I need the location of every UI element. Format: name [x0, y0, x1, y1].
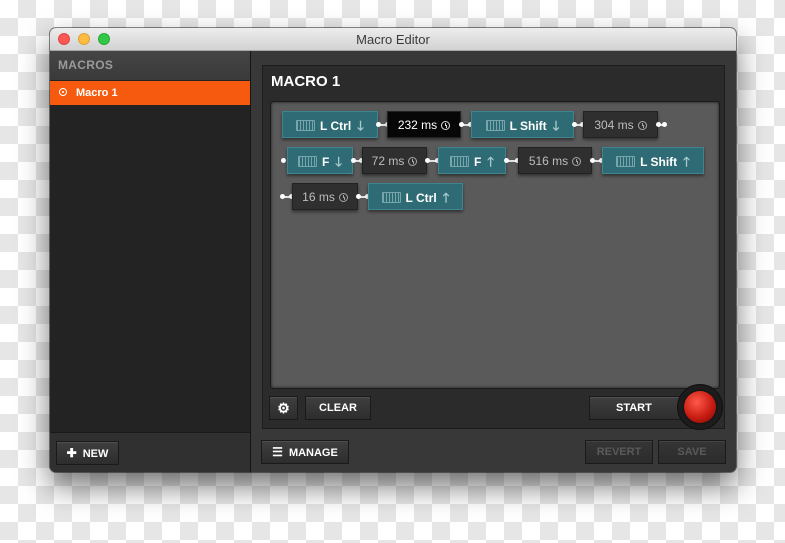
step-label: L Ctrl — [405, 191, 437, 205]
macro-step-delay[interactable]: 516 ms — [518, 147, 592, 174]
arrow-down-icon: 🡓 — [335, 154, 343, 169]
clock-icon — [572, 157, 582, 166]
arrow-up-icon: 🡑 — [487, 154, 495, 169]
step-connector — [504, 158, 520, 163]
manage-button[interactable]: ☰ MANAGE — [261, 440, 349, 464]
keyboard-icon — [381, 192, 401, 203]
macro-sidebar: MACROS Macro 1 ✚ NEW — [50, 51, 251, 472]
macro-step-key[interactable]: F 🡓 — [287, 147, 353, 174]
macro-editor-window: Macro Editor MACROS Macro 1 ✚ NEW MACRO 1… — [50, 28, 736, 472]
clear-button[interactable]: CLEAR — [305, 396, 371, 420]
step-label: L Shift — [509, 119, 547, 133]
clock-icon — [338, 193, 348, 202]
main-panel: MACRO 1 L Ctrl 🡓 232 ms L Shift 🡓 304 ms — [251, 51, 736, 472]
list-icon: ☰ — [272, 445, 283, 459]
record-button[interactable] — [684, 391, 716, 423]
arrow-down-icon: 🡓 — [552, 118, 560, 133]
arrow-up-icon: 🡑 — [683, 154, 690, 169]
macro-step-key[interactable]: L Shift 🡑 — [602, 147, 704, 174]
keyboard-icon — [485, 120, 505, 131]
clock-icon — [408, 157, 418, 166]
step-label: 232 ms — [397, 118, 438, 132]
revert-button[interactable]: REVERT — [585, 440, 653, 464]
plus-icon: ✚ — [66, 446, 77, 460]
step-label: 304 ms — [594, 118, 634, 132]
step-label: 16 ms — [302, 190, 335, 204]
step-label: L Shift — [640, 155, 678, 169]
step-label: 516 ms — [528, 154, 569, 168]
new-macro-button[interactable]: ✚ NEW — [56, 441, 119, 465]
macro-step-delay[interactable]: 72 ms — [362, 147, 427, 174]
settings-button[interactable]: ⚙ — [269, 396, 298, 420]
step-label: 72 ms — [371, 154, 405, 168]
title-bar: Macro Editor — [50, 28, 736, 51]
step-label: F — [321, 155, 330, 169]
macro-steps-canvas[interactable]: L Ctrl 🡓 232 ms L Shift 🡓 304 ms F 🡓 72 … — [270, 101, 720, 389]
connector-dot — [281, 158, 286, 163]
step-connector — [572, 122, 585, 127]
macro-panel: MACRO 1 L Ctrl 🡓 232 ms L Shift 🡓 304 ms — [262, 65, 725, 430]
sidebar-header: MACROS — [50, 51, 250, 80]
manage-button-label: MANAGE — [288, 447, 338, 459]
window-title: Macro Editor — [356, 32, 430, 47]
keyboard-icon — [616, 156, 636, 167]
keyboard-icon — [449, 156, 469, 167]
sidebar-item-label: Macro 1 — [76, 87, 118, 99]
step-connector — [590, 158, 604, 163]
record-button-housing — [677, 384, 723, 430]
clock-icon — [441, 121, 451, 130]
step-label: L Ctrl — [320, 119, 352, 133]
macro-step-delay[interactable]: 232 ms — [387, 111, 461, 138]
keyboard-icon — [297, 156, 317, 167]
arrow-down-icon: 🡓 — [357, 118, 364, 133]
keyboard-icon — [296, 120, 316, 131]
sidebar-footer: ✚ NEW — [50, 432, 250, 472]
step-connector — [425, 158, 440, 163]
macro-step-delay[interactable]: 304 ms — [583, 111, 658, 138]
arrow-up-icon: 🡑 — [442, 190, 450, 205]
gear-icon: ⚙ — [277, 400, 290, 416]
macro-step-key[interactable]: L Ctrl 🡓 — [282, 111, 378, 138]
clock-icon — [637, 121, 647, 130]
step-connector — [656, 122, 667, 127]
save-button[interactable]: SAVE — [658, 440, 726, 464]
macro-step-key[interactable]: L Shift 🡓 — [471, 111, 574, 138]
step-connector — [351, 158, 364, 163]
macro-step-delay[interactable]: 16 ms — [292, 183, 358, 210]
step-label: F — [473, 155, 482, 169]
macro-step-key[interactable]: F 🡑 — [438, 147, 506, 174]
sidebar-item-macro-1[interactable]: Macro 1 — [50, 81, 250, 105]
step-connector — [356, 194, 370, 199]
record-dot-icon — [59, 88, 67, 96]
macro-step-key[interactable]: L Ctrl 🡑 — [368, 183, 463, 210]
step-connector — [280, 194, 294, 199]
new-button-label: NEW — [82, 448, 109, 460]
step-connector — [459, 122, 473, 127]
macro-title: MACRO 1 — [271, 73, 341, 90]
